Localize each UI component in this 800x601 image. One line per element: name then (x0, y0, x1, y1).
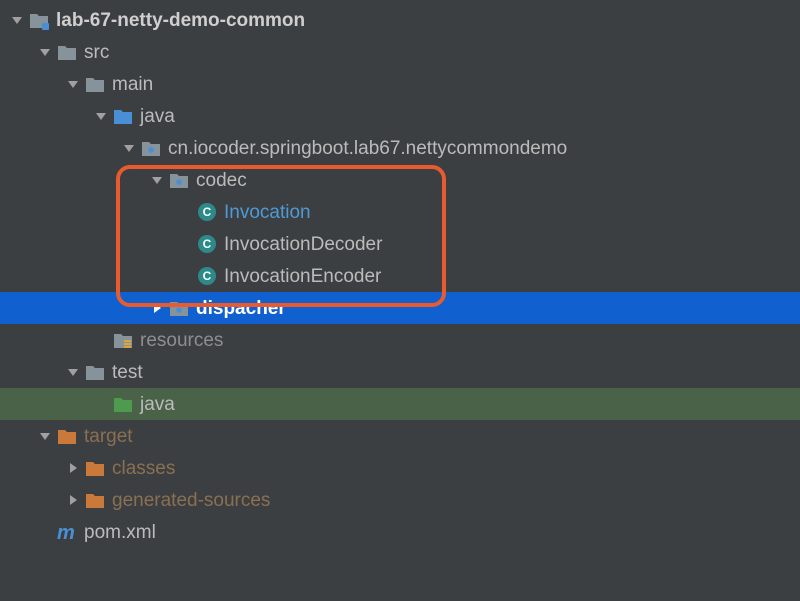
maven-file-icon: m (56, 521, 78, 543)
tree-node-module[interactable]: lab-67-netty-demo-common (0, 4, 800, 36)
tree-node-dispacher[interactable]: dispacher (0, 292, 800, 324)
expand-arrow-icon[interactable] (36, 43, 54, 61)
collapse-arrow-icon[interactable] (64, 491, 82, 509)
tree-node-test[interactable]: test (0, 356, 800, 388)
tree-label: InvocationEncoder (224, 267, 381, 286)
expand-arrow-icon[interactable] (92, 107, 110, 125)
tree-node-pom[interactable]: m pom.xml (0, 516, 800, 548)
source-folder-icon (112, 105, 134, 127)
tree-node-generated-sources[interactable]: generated-sources (0, 484, 800, 516)
package-icon (140, 137, 162, 159)
excluded-folder-icon (84, 489, 106, 511)
tree-node-package[interactable]: cn.iocoder.springboot.lab67.nettycommond… (0, 132, 800, 164)
package-icon (168, 169, 190, 191)
resources-folder-icon (112, 329, 134, 351)
expand-arrow-icon[interactable] (36, 427, 54, 445)
tree-node-src[interactable]: src (0, 36, 800, 68)
collapse-arrow-icon[interactable] (148, 299, 166, 317)
excluded-folder-icon (84, 457, 106, 479)
tree-label: cn.iocoder.springboot.lab67.nettycommond… (168, 139, 567, 158)
tree-label: java (140, 395, 175, 414)
folder-icon (84, 73, 106, 95)
expand-arrow-icon[interactable] (64, 75, 82, 93)
tree-label: Invocation (224, 203, 311, 222)
tree-label: codec (196, 171, 247, 190)
tree-label: java (140, 107, 175, 126)
tree-label: test (112, 363, 143, 382)
svg-text:C: C (203, 269, 212, 283)
tree-label: InvocationDecoder (224, 235, 382, 254)
package-icon (168, 297, 190, 319)
excluded-folder-icon (56, 425, 78, 447)
test-source-folder-icon (112, 393, 134, 415)
tree-node-java-test[interactable]: java (0, 388, 800, 420)
class-icon: C (196, 201, 218, 223)
tree-label: resources (140, 331, 223, 350)
expand-arrow-icon[interactable] (64, 363, 82, 381)
class-icon: C (196, 265, 218, 287)
tree-label: target (84, 427, 133, 446)
tree-label: pom.xml (84, 523, 156, 542)
tree-node-class-decoder[interactable]: C InvocationDecoder (0, 228, 800, 260)
class-icon: C (196, 233, 218, 255)
tree-label: lab-67-netty-demo-common (56, 11, 305, 30)
tree-label: classes (112, 459, 175, 478)
tree-node-codec[interactable]: codec (0, 164, 800, 196)
expand-arrow-icon[interactable] (148, 171, 166, 189)
tree-node-resources[interactable]: resources (0, 324, 800, 356)
tree-node-java-main[interactable]: java (0, 100, 800, 132)
svg-text:C: C (203, 237, 212, 251)
tree-node-main[interactable]: main (0, 68, 800, 100)
project-tree[interactable]: lab-67-netty-demo-common src main java (0, 0, 800, 548)
expand-arrow-icon[interactable] (8, 11, 26, 29)
expand-arrow-icon[interactable] (120, 139, 138, 157)
module-folder-icon (28, 9, 50, 31)
tree-node-classes[interactable]: classes (0, 452, 800, 484)
tree-node-class-encoder[interactable]: C InvocationEncoder (0, 260, 800, 292)
collapse-arrow-icon[interactable] (64, 459, 82, 477)
folder-icon (84, 361, 106, 383)
tree-node-target[interactable]: target (0, 420, 800, 452)
tree-label: dispacher (196, 299, 286, 318)
svg-text:m: m (57, 522, 75, 543)
tree-node-class-invocation[interactable]: C Invocation (0, 196, 800, 228)
tree-label: src (84, 43, 109, 62)
tree-label: main (112, 75, 153, 94)
folder-icon (56, 41, 78, 63)
tree-label: generated-sources (112, 491, 270, 510)
svg-text:C: C (203, 205, 212, 219)
